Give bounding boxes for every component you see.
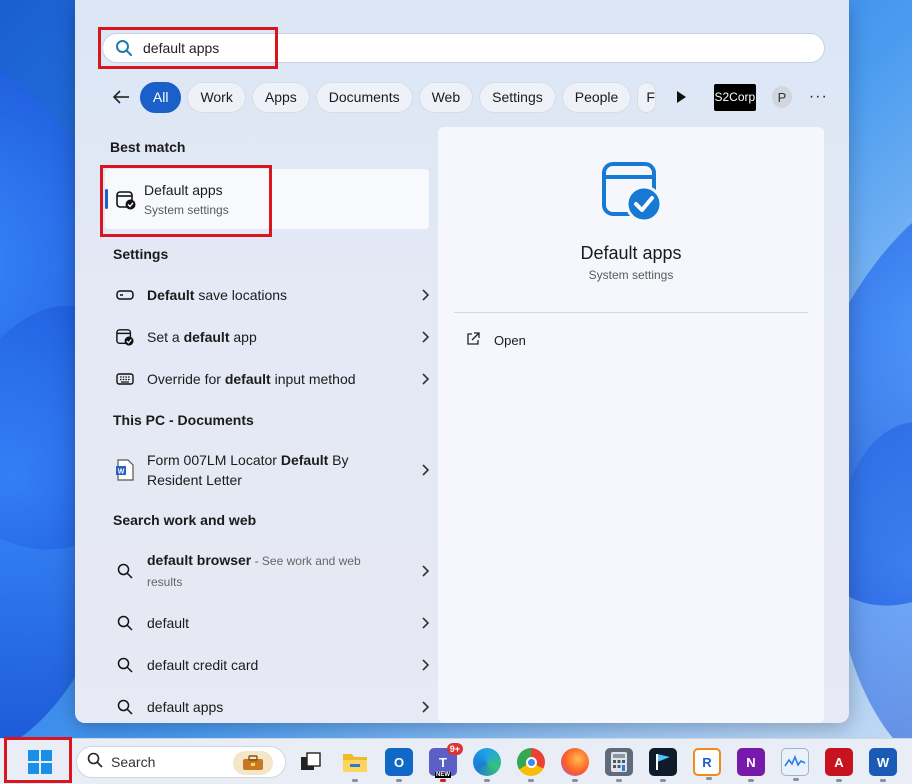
running-indicator (880, 779, 886, 782)
result-label: Set a default app (147, 329, 257, 345)
start-highlight-box (4, 737, 72, 783)
running-indicator (352, 779, 358, 782)
default-apps-icon (113, 325, 137, 349)
org-badge[interactable]: S2Corp (713, 83, 757, 111)
teams-icon[interactable]: T 9+ NEW (429, 743, 463, 782)
running-indicator (836, 779, 842, 782)
search-icon (87, 752, 103, 773)
search-icon (113, 653, 137, 677)
running-indicator (396, 779, 402, 782)
calculator-icon[interactable] (605, 748, 633, 782)
chevron-right-icon (419, 463, 433, 477)
result-label: default browser - See work and web result… (147, 552, 361, 589)
settings-heading: Settings (113, 246, 169, 262)
filter-chip-settings[interactable]: Settings (479, 81, 556, 113)
settings-result-set-default-app[interactable]: Set a default app (105, 325, 430, 349)
drive-icon (113, 283, 137, 307)
start-search-panel: All Work Apps Documents Web Settings Peo… (75, 0, 849, 723)
word-icon[interactable]: W (869, 748, 897, 782)
filter-chip-apps[interactable]: Apps (251, 81, 310, 113)
web-result-default[interactable]: default (105, 611, 430, 635)
running-indicator (793, 778, 799, 781)
settings-result-input-method[interactable]: Override for default input method (105, 367, 430, 391)
filter-chip-documents[interactable]: Documents (315, 81, 413, 113)
flag-app-icon[interactable] (649, 748, 677, 782)
firefox-icon[interactable] (561, 748, 589, 782)
web-result-default-browser[interactable]: default browser - See work and web result… (105, 550, 430, 592)
filter-chip-folders-partial[interactable]: F (637, 81, 657, 113)
filter-chip-work[interactable]: Work (187, 81, 246, 113)
avatar[interactable]: P (772, 86, 792, 108)
open-action[interactable]: Open (466, 332, 526, 349)
preview-app-name: Default apps (580, 243, 682, 263)
chrome-icon[interactable] (517, 748, 545, 782)
running-indicator (528, 779, 534, 782)
keyboard-icon (113, 367, 137, 391)
settings-result-save-locations[interactable]: Default save locations (105, 283, 430, 307)
best-match-highlight-box (100, 165, 272, 237)
result-label: Default save locations (147, 287, 288, 303)
open-label: Open (494, 333, 526, 348)
result-label: Override for default input method (147, 371, 356, 387)
teams-new-label: NEW (435, 772, 451, 778)
document-result-form-007lm[interactable]: W Form 007LM Locator Default By Resident … (105, 450, 430, 490)
file-explorer-icon[interactable] (341, 748, 369, 782)
search-icon (113, 559, 137, 583)
divider (454, 312, 808, 313)
web-heading: Search work and web (113, 512, 257, 528)
onenote-icon[interactable]: N (737, 748, 765, 782)
running-indicator (660, 779, 666, 782)
running-indicator (706, 777, 712, 780)
taskbar-search-label: Search (111, 754, 156, 770)
result-label: default credit card (147, 657, 259, 673)
teams-badge: 9+ (446, 743, 463, 755)
search-icon (113, 695, 137, 719)
svg-text:W: W (118, 469, 125, 476)
chevron-right-icon (419, 564, 433, 578)
outlook-icon[interactable]: O (385, 748, 413, 782)
preview-app-kind: System settings (588, 268, 674, 282)
filter-row: All Work Apps Documents Web Settings Peo… (109, 81, 829, 113)
running-indicator (440, 779, 446, 782)
web-result-default-credit-card[interactable]: default credit card (105, 653, 430, 677)
running-indicator (572, 779, 578, 782)
scroll-right-icon[interactable] (670, 85, 691, 109)
running-indicator (748, 779, 754, 782)
chevron-right-icon (419, 658, 433, 672)
more-options-icon[interactable]: ··· (808, 85, 829, 109)
briefcase-icon (233, 751, 273, 775)
r-app-icon[interactable]: R (693, 748, 721, 780)
filter-chip-all[interactable]: All (139, 81, 182, 113)
result-preview-pane: Default apps System settings Open (438, 127, 824, 723)
task-view-icon[interactable] (297, 748, 325, 776)
acrobat-icon[interactable]: A (825, 748, 853, 782)
edge-icon[interactable] (473, 748, 501, 782)
result-label: default (147, 615, 190, 631)
word-doc-icon: W (113, 458, 137, 482)
chevron-right-icon (419, 288, 433, 302)
open-external-icon (466, 332, 480, 349)
taskbar: Search O T 9+ NEW R N A W (0, 737, 912, 784)
search-icon (113, 611, 137, 635)
best-match-heading: Best match (110, 139, 186, 155)
running-indicator (484, 779, 490, 782)
chevron-right-icon (419, 700, 433, 714)
back-arrow-icon[interactable] (109, 83, 134, 111)
performance-monitor-icon[interactable] (781, 748, 809, 781)
taskbar-search[interactable]: Search (76, 746, 286, 778)
search-highlight-box (98, 27, 278, 69)
web-result-default-apps[interactable]: default apps (105, 695, 430, 719)
filter-chip-web[interactable]: Web (418, 81, 474, 113)
chevron-right-icon (419, 616, 433, 630)
default-apps-icon (601, 161, 663, 228)
result-label: default apps (147, 699, 224, 715)
documents-heading: This PC - Documents (113, 412, 254, 428)
running-indicator (616, 779, 622, 782)
result-label: Form 007LM Locator Default By Resident Le… (147, 452, 349, 488)
chevron-right-icon (419, 372, 433, 386)
filter-chip-people[interactable]: People (561, 81, 632, 113)
chevron-right-icon (419, 330, 433, 344)
